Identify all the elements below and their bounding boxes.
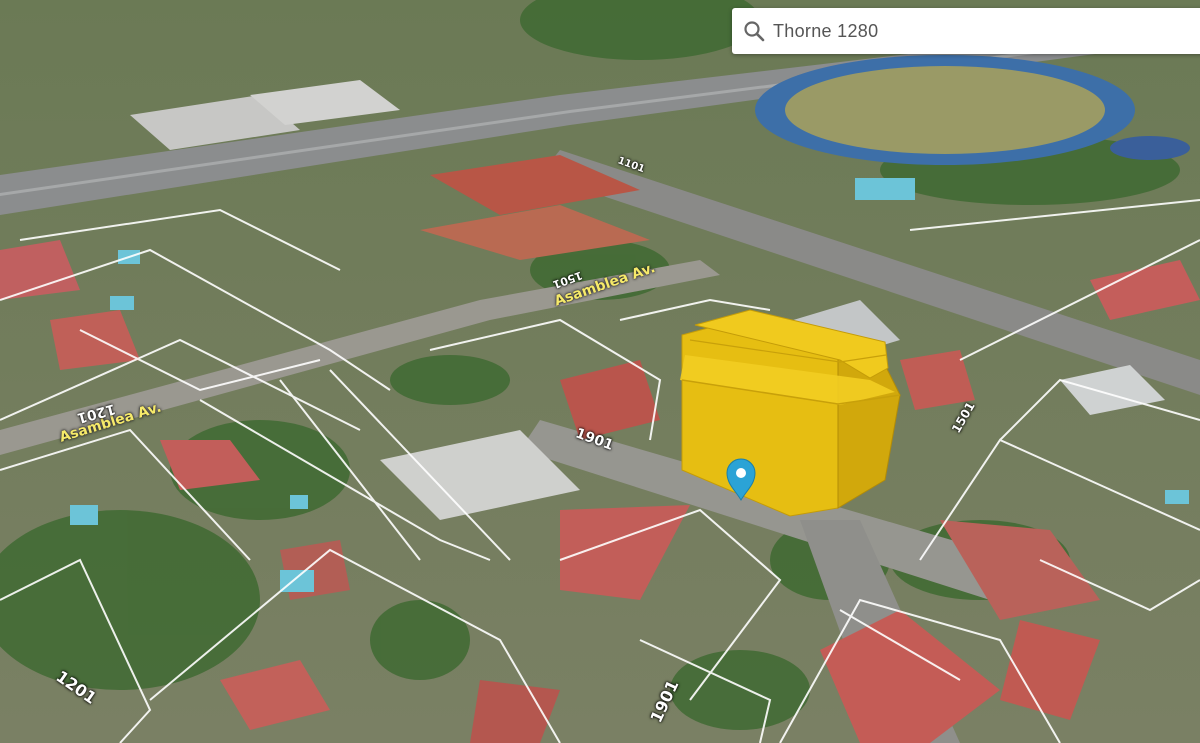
search-input[interactable] [773,20,1153,42]
search-icon[interactable] [742,19,766,43]
search-box[interactable] [732,8,1200,54]
aerial-imagery [0,0,1200,743]
map-3d-view[interactable]: Asamblea Av. Asamblea Av. 1501 1201 1901… [0,0,1200,743]
